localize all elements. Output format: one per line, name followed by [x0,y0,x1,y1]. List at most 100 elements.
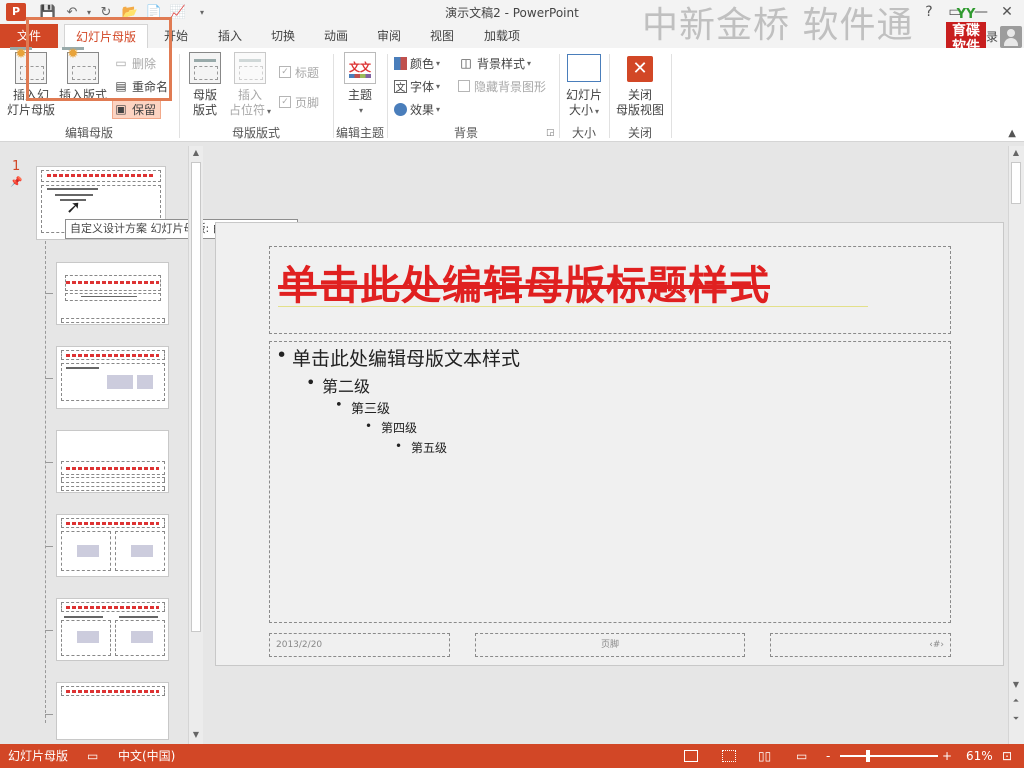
next-slide-icon[interactable]: ⏷ [1009,712,1023,726]
footer-checkbox-label: 页脚 [295,95,320,110]
fonts-icon: 文 [394,79,407,94]
tree-tick [45,293,53,294]
fonts-label: 字体 [410,79,435,94]
effects-label: 效果 [410,102,435,117]
background-dialog-launcher-icon[interactable]: ◲ [546,128,556,138]
title-checkbox-box: ✓ [279,66,291,78]
group-label-edit-theme: 编辑主题 [335,126,384,140]
background-styles-button[interactable]: ◫ 背景样式 ▾ [458,53,531,73]
editor-scroll-up-arrow-icon[interactable]: ▲ [1009,146,1023,160]
body-level-3[interactable]: 第三级 [335,398,390,417]
master-layout-label-1: 母版 [192,88,217,102]
editor-scroll-down-arrow-icon[interactable]: ▼ [1009,678,1023,692]
group-label-background: 背景 [453,126,478,140]
mouse-cursor-icon: ➚ [66,197,82,218]
hide-background-label: 隐藏背景图形 [474,79,547,94]
zoom-level[interactable]: 61% [966,744,993,768]
footer-checkbox[interactable]: ✓ 页脚 [279,92,319,112]
colors-icon [394,56,407,70]
layout-thumbnail-1[interactable] [56,262,169,325]
close-master-view-icon: ✕ [627,56,653,82]
title-checkbox-label: 标题 [295,65,320,80]
tab-insert[interactable]: 插入 [208,24,252,48]
slide-number-placeholder[interactable]: ‹#› [770,633,951,657]
body-level-5[interactable]: 第五级 [395,439,447,456]
body-level-2[interactable]: 第二级 [306,373,370,397]
preserve-label: 保留 [132,102,157,117]
slide-sorter-icon[interactable] [722,750,736,762]
placeholder-icon [234,52,266,84]
body-placeholder[interactable] [269,341,951,623]
group-label-edit-master: 编辑母版 [64,126,113,140]
group-label-size: 大小 [571,126,596,140]
group-label-master-layout: 母版版式 [231,126,280,140]
spellcheck-underline [278,306,868,307]
themes-dropdown-icon: ▾ [358,106,363,115]
preserve-button[interactable]: ▣ 保留 [112,99,162,119]
reading-view-icon[interactable]: ▯▯ [758,744,771,768]
tab-addins[interactable]: 加载项 [474,24,530,48]
tree-tick [45,546,53,547]
title-checkbox[interactable]: ✓ 标题 [279,62,319,82]
normal-view-icon[interactable] [684,750,698,762]
background-styles-icon: ◫ [460,56,472,70]
body-level-1[interactable]: 单击此处编辑母版文本样式 [276,344,520,371]
effects-button[interactable]: 效果 ▾ [394,99,440,119]
layout-thumbnail-2[interactable] [56,346,169,409]
close-icon[interactable]: ✕ [994,0,1020,24]
fonts-button[interactable]: 文字体 ▾ [394,76,440,96]
slideshow-icon[interactable]: ▭ [796,744,807,768]
tab-review[interactable]: 审阅 [367,24,411,48]
colors-label: 颜色 [410,56,435,71]
tab-animations[interactable]: 动画 [314,24,358,48]
previous-slide-icon[interactable]: ⏶ [1009,694,1023,708]
slide-size-button[interactable]: 幻灯片 大小 ▾ [562,52,606,119]
tree-tick [45,462,53,463]
layout-thumbnail-5[interactable] [56,598,169,661]
thumbnail-scroll-thumb[interactable] [191,162,201,632]
date-placeholder[interactable]: 2013/2/20 [269,633,450,657]
status-bar: 幻灯片母版 ▭ 中文(中国) ▯▯ ▭ - + 61% ⊡ [0,744,1024,768]
hide-background-checkbox-box [458,80,470,92]
insert-placeholder-label-1: 插入 [237,88,262,102]
spelling-status-icon[interactable]: ▭ [87,744,98,768]
footer-placeholder[interactable]: 页脚 [475,633,745,657]
body-level-4[interactable]: 第四级 [365,419,417,436]
layout-thumbnail-6[interactable] [56,682,169,740]
group-label-close: 关闭 [627,126,652,140]
hide-background-checkbox[interactable]: 隐藏背景图形 [458,76,546,96]
tab-view[interactable]: 视图 [420,24,464,48]
fit-to-window-icon[interactable]: ⊡ [1002,744,1012,768]
master-layout-icon [189,52,221,84]
colors-button[interactable]: 颜色 ▾ [394,53,440,73]
layout-thumbnail-4[interactable] [56,514,169,577]
watermark-text: 中新金桥 软件通 [642,5,914,46]
zoom-slider-knob[interactable] [866,750,870,762]
scroll-down-arrow-icon[interactable]: ▼ [189,728,203,742]
tab-transitions[interactable]: 切换 [261,24,305,48]
zoom-out-button[interactable]: - [826,744,830,768]
zoom-slider[interactable] [840,755,938,757]
master-layout-button[interactable]: 母版 版式 [184,52,226,118]
layout-thumbnail-3[interactable] [56,430,169,493]
tree-tick [45,714,53,715]
thumbnail-scrollbar[interactable]: ▲ ▼ [188,146,203,744]
themes-button[interactable]: 文文 主题 ▾ [340,52,380,118]
editor-scroll-thumb[interactable] [1011,162,1021,204]
master-layout-label-2: 版式 [192,103,217,117]
zoom-in-button[interactable]: + [942,744,952,768]
account-avatar-icon[interactable] [1000,26,1022,48]
insert-placeholder-button[interactable]: 插入 占位符 ▾ [226,52,274,119]
language-label[interactable]: 中文(中国) [118,744,175,768]
separator [671,54,672,138]
slide-size-label-1: 幻灯片 [565,88,602,102]
collapse-ribbon-icon[interactable]: ▲ [1008,128,1016,139]
scroll-up-arrow-icon[interactable]: ▲ [189,146,203,160]
insert-placeholder-label-2: 占位符 ▾ [228,103,272,117]
themes-label: 主题 [347,88,372,102]
close-master-view-button[interactable]: ✕ 关闭 母版视图 [614,52,666,118]
help-icon[interactable]: ? [916,0,942,24]
tree-tick [45,630,53,631]
editor-scrollbar[interactable]: ▲ ▼ ⏶ ⏷ [1008,146,1024,744]
theme-icon: 文文 [344,52,376,84]
